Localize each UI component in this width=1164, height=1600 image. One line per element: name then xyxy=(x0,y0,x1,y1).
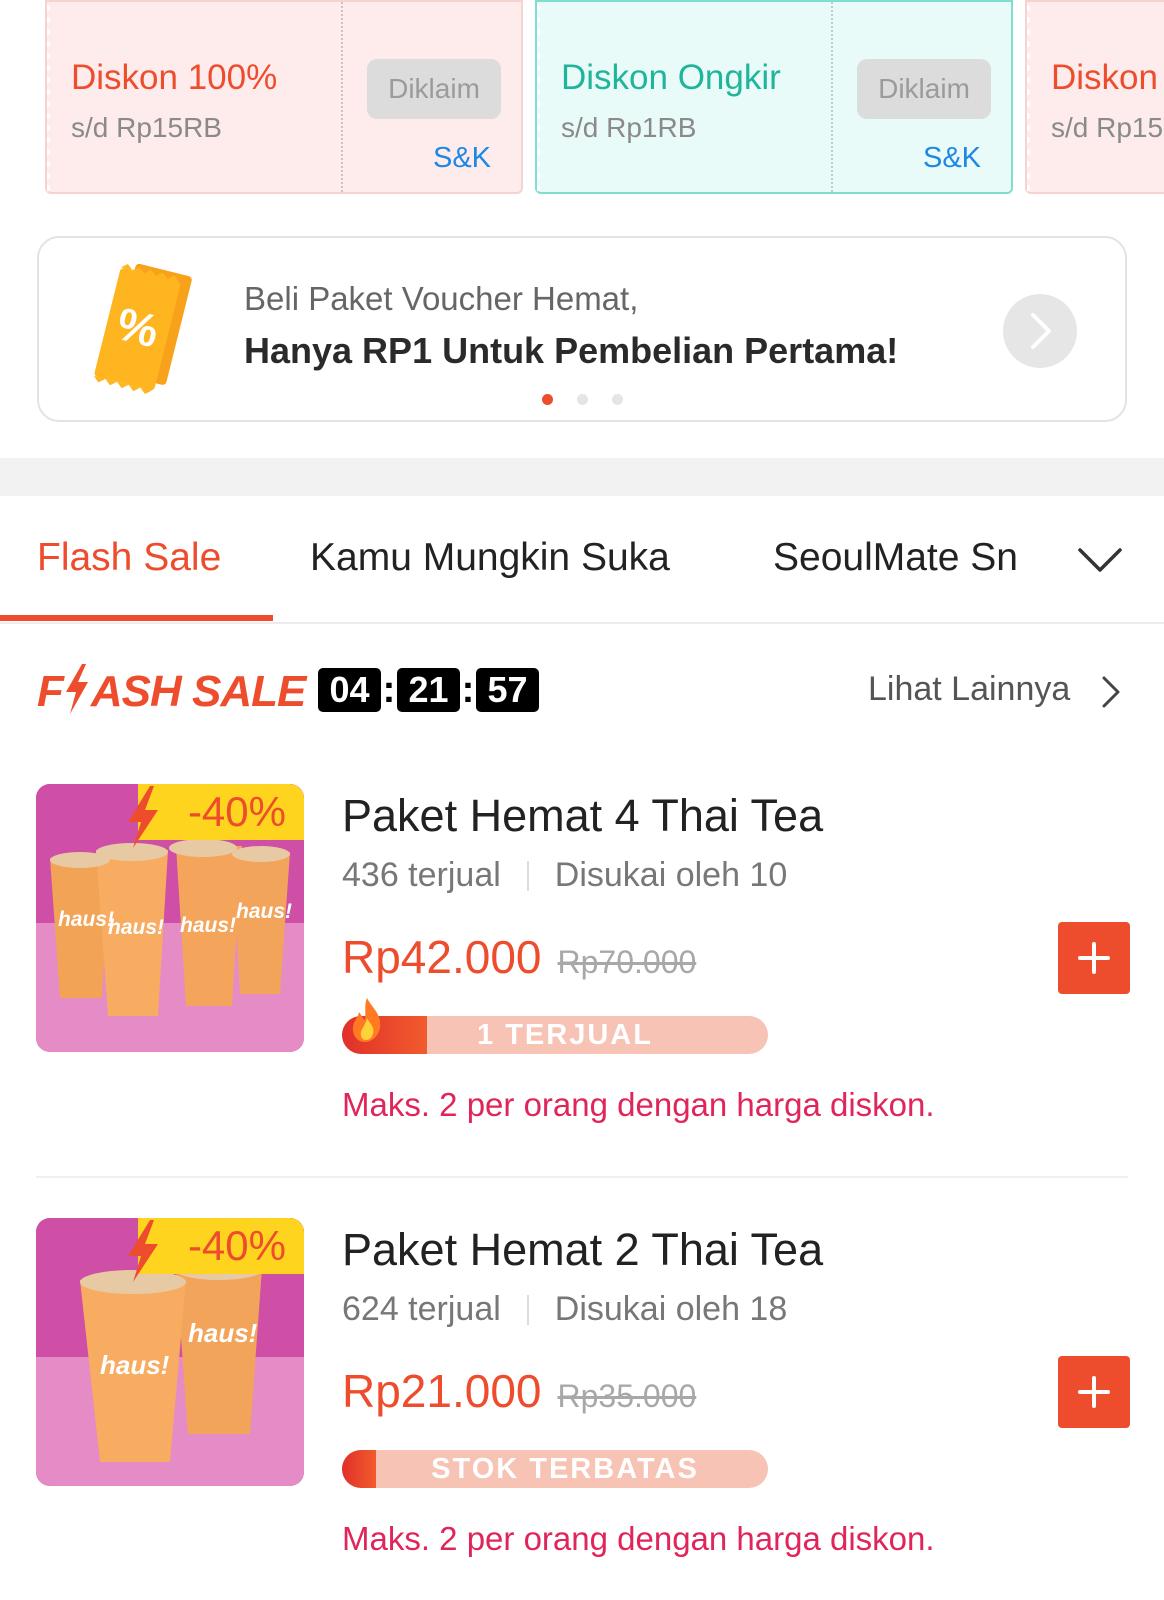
voucher-card-partial[interactable]: Diskon s/d Rp15 xyxy=(1025,0,1164,194)
chevron-down-icon[interactable] xyxy=(1072,532,1128,588)
voucher-perforation xyxy=(1027,2,1034,192)
tab-kamu-mungkin-suka[interactable]: Kamu Mungkin Suka xyxy=(310,536,670,580)
carousel-dot[interactable] xyxy=(611,394,623,405)
add-to-cart-button[interactable] xyxy=(1058,1356,1130,1428)
sold-count: 436 terjual xyxy=(342,856,501,894)
timer-seconds: 57 xyxy=(476,668,539,712)
timer-hours: 04 xyxy=(318,668,381,712)
lightning-icon xyxy=(128,1220,158,1282)
product-image[interactable]: haus! haus! haus! haus! -40% xyxy=(36,784,304,1052)
product-card[interactable]: haus! haus! -40% Paket Hemat 2 Thai Tea … xyxy=(0,1218,1164,1600)
product-stats: 436 terjual Disukai oleh 10 xyxy=(342,856,787,895)
countdown-timer: 04 : 21 : 57 xyxy=(318,668,539,712)
price-row: Rp42.000 Rp70.000 xyxy=(342,930,696,984)
flash-sale-logo-suffix: ASH SALE xyxy=(90,667,306,716)
promo-headline: Beli Paket Voucher Hemat, xyxy=(244,280,639,317)
timer-minutes: 21 xyxy=(397,668,460,712)
original-price: Rp70.000 xyxy=(557,944,697,980)
stock-progress-bar: STOK TERBATAS xyxy=(342,1450,768,1488)
voucher-strip: Diskon 100% s/d Rp15RB Diklaim S&K Disko… xyxy=(0,0,1164,196)
sold-count: 624 terjual xyxy=(342,1290,501,1328)
tab-seoulmate[interactable]: SeoulMate Sn xyxy=(773,536,1035,580)
active-tab-indicator xyxy=(0,615,273,621)
product-name[interactable]: Paket Hemat 2 Thai Tea xyxy=(342,1224,823,1276)
voucher-subtitle: s/d Rp1RB xyxy=(561,112,697,143)
voucher-title: Diskon xyxy=(1051,58,1158,97)
tab-flash-sale[interactable]: Flash Sale xyxy=(37,536,221,580)
product-stats: 624 terjual Disukai oleh 18 xyxy=(342,1290,787,1329)
voucher-terms-link[interactable]: S&K xyxy=(923,142,981,175)
carousel-indicator xyxy=(39,394,1125,405)
voucher-terms-link[interactable]: S&K xyxy=(433,142,491,175)
discount-badge: -40% xyxy=(138,1218,304,1274)
chevron-right-icon xyxy=(1031,313,1051,349)
voucher-claimed-button[interactable]: Diklaim xyxy=(857,59,991,119)
meta-divider xyxy=(526,860,529,891)
product-image[interactable]: haus! haus! -40% xyxy=(36,1218,304,1486)
purchase-limit-note: Maks. 2 per orang dengan harga diskon. xyxy=(342,1520,935,1557)
voucher-card-shipping[interactable]: Diskon Ongkir s/d Rp1RB Diklaim S&K xyxy=(535,0,1013,194)
timer-separator: : xyxy=(461,669,475,711)
voucher-title: Diskon Ongkir xyxy=(561,58,781,97)
promo-banner[interactable]: % Beli Paket Voucher Hemat, Hanya RP1 Un… xyxy=(37,236,1127,422)
section-separator xyxy=(0,458,1164,496)
price-row: Rp21.000 Rp35.000 xyxy=(342,1364,696,1418)
plus-icon xyxy=(1078,1376,1110,1408)
product-name[interactable]: Paket Hemat 4 Thai Tea xyxy=(342,790,823,842)
cup-label: haus! xyxy=(180,914,236,937)
fire-icon xyxy=(352,998,381,1042)
sale-price: Rp42.000 xyxy=(342,931,542,983)
promo-subheadline: Hanya RP1 Untuk Pembelian Pertama! xyxy=(244,330,899,371)
lightning-icon xyxy=(128,786,158,848)
flash-sale-logo-prefix: F xyxy=(37,667,64,716)
plus-icon xyxy=(1078,942,1110,974)
voucher-subtitle: s/d Rp15 xyxy=(1051,112,1164,143)
like-count: Disukai oleh 10 xyxy=(554,856,788,894)
voucher-claimed-button[interactable]: Diklaim xyxy=(367,59,501,119)
original-price: Rp35.000 xyxy=(557,1378,697,1414)
like-count: Disukai oleh 18 xyxy=(554,1290,788,1328)
cup-label: haus! xyxy=(58,908,114,931)
lightning-icon xyxy=(65,664,88,714)
carousel-dot[interactable] xyxy=(576,394,588,405)
timer-separator: : xyxy=(382,669,396,711)
chevron-right-icon[interactable] xyxy=(1096,672,1126,712)
sale-price: Rp21.000 xyxy=(342,1365,542,1417)
progress-label: 1 TERJUAL xyxy=(477,1018,653,1051)
progress-label: STOK TERBATAS xyxy=(431,1452,699,1485)
flash-sale-logo: F ASH SALE xyxy=(37,664,306,717)
voucher-card-discount[interactable]: Diskon 100% s/d Rp15RB Diklaim S&K xyxy=(45,0,523,194)
category-tabs: Flash Sale Kamu Mungkin Suka SeoulMate S… xyxy=(0,496,1164,624)
product-card[interactable]: haus! haus! haus! haus! -40% Paket Hemat… xyxy=(0,784,1164,1204)
purchase-limit-note: Maks. 2 per orang dengan harga diskon. xyxy=(342,1086,935,1123)
cup-label: haus! xyxy=(188,1318,258,1348)
carousel-dot-active[interactable] xyxy=(541,394,553,405)
see-more-link[interactable]: Lihat Lainnya xyxy=(868,670,1070,709)
cup-label: haus! xyxy=(108,916,164,939)
cup-label: haus! xyxy=(236,900,292,923)
cup-label: haus! xyxy=(100,1350,170,1380)
voucher-title: Diskon 100% xyxy=(71,58,278,97)
sold-progress-bar: 1 TERJUAL xyxy=(342,998,768,1054)
promo-next-button[interactable] xyxy=(1003,294,1077,368)
discount-badge: -40% xyxy=(138,784,304,840)
voucher-ticket-icon: % xyxy=(93,263,192,394)
add-to-cart-button[interactable] xyxy=(1058,922,1130,994)
meta-divider xyxy=(526,1294,529,1325)
voucher-subtitle: s/d Rp15RB xyxy=(71,112,222,143)
product-divider xyxy=(36,1176,1128,1178)
